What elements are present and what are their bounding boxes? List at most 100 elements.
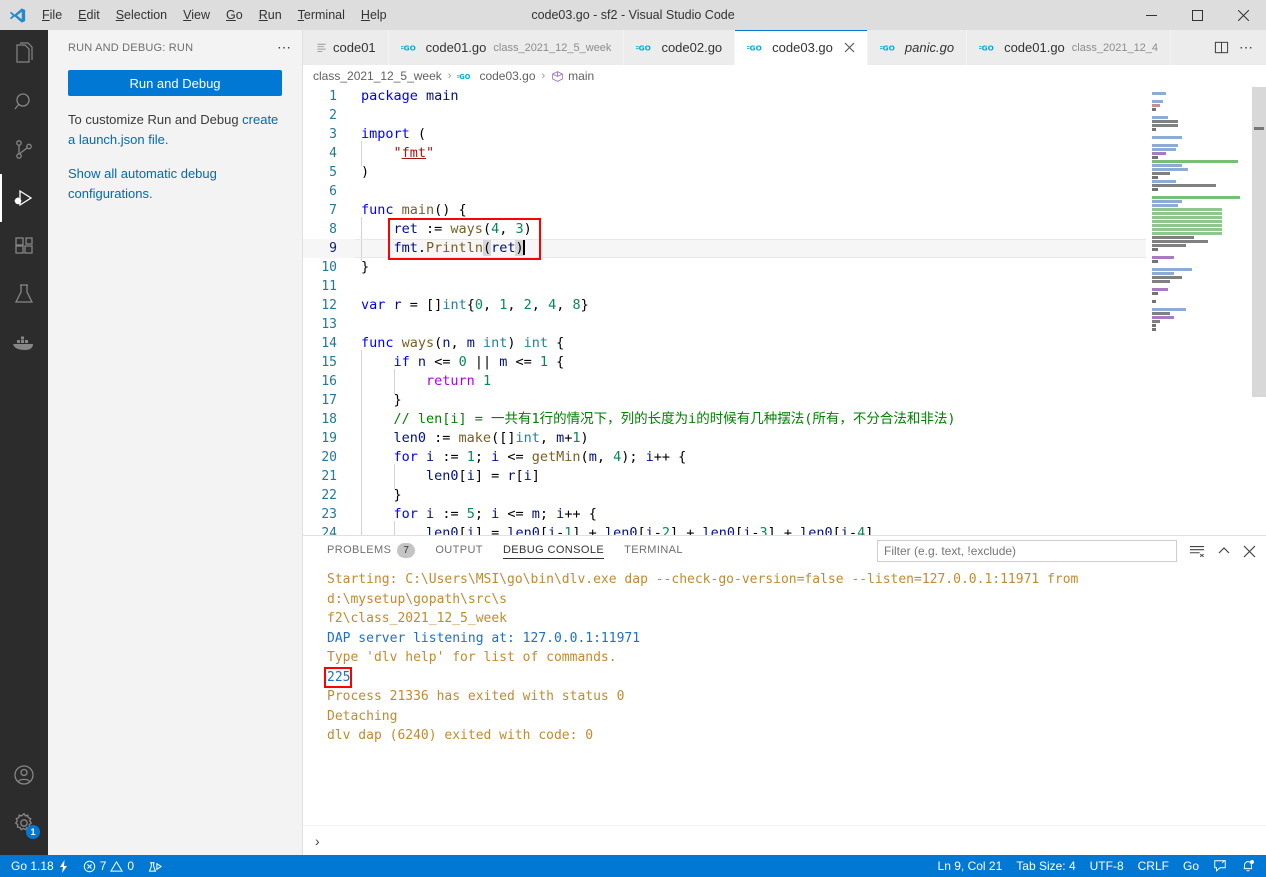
menu-bar[interactable]: File Edit Selection View Go Run Terminal… (34, 3, 395, 27)
editor-scrollbar[interactable] (1252, 87, 1266, 535)
panel-tab-debug-console[interactable]: DEBUG CONSOLE (502, 544, 605, 559)
menu-help[interactable]: Help (353, 3, 395, 27)
docker-icon[interactable] (0, 318, 48, 366)
code-line[interactable]: 20 for i := 1; i <= getMin(m, 4); i++ { (303, 445, 1146, 470)
maximize-button[interactable] (1174, 0, 1220, 30)
minimize-button[interactable] (1128, 0, 1174, 30)
breadcrumb-item-file[interactable]: GO code03.go (457, 69, 536, 83)
code-line[interactable]: 12 var r = []int{0, 1, 2, 4, 8} (303, 296, 1146, 315)
code-line[interactable]: 18 // len[i] = 一共有1行的情况下，列的长度为i的时候有几种摆法(… (303, 407, 1146, 432)
code-line[interactable]: 3 import ( (303, 125, 1146, 144)
status-go-test[interactable] (141, 855, 170, 877)
line-content[interactable]: func ways(n, m int) int { (349, 334, 564, 353)
tab-code01[interactable]: code01 (303, 30, 389, 65)
notifications-bell-icon[interactable] (1234, 855, 1262, 877)
line-content[interactable]: ret := ways(4, 3) (349, 217, 532, 242)
line-content[interactable]: for i := 1; i <= getMin(m, 4); i++ { (349, 445, 686, 470)
split-editor-icon[interactable] (1214, 40, 1229, 55)
line-content[interactable]: for i := 5; i <= m; i++ { (349, 502, 597, 527)
breadcrumb-item-symbol[interactable]: main (551, 69, 594, 83)
code-line[interactable]: 6 (303, 182, 1146, 201)
panel-tab-terminal[interactable]: TERMINAL (624, 544, 683, 558)
code-line[interactable]: 21 len0[i] = r[i] (303, 464, 1146, 489)
status-encoding[interactable]: UTF-8 (1083, 855, 1131, 877)
minimap[interactable] (1146, 87, 1266, 535)
code-lines[interactable]: 1 package main 2 3 import (4 "fmt" 5) 6 7 func m… (303, 87, 1146, 535)
menu-view[interactable]: View (175, 3, 218, 27)
panel-tab-problems[interactable]: PROBLEMS 7 (327, 542, 416, 560)
console-filter-input[interactable]: Filter (e.g. text, !exclude) (877, 540, 1177, 562)
clear-console-icon[interactable] (1189, 544, 1205, 558)
code-line[interactable]: 9 fmt.Println(ret) (303, 236, 1146, 261)
menu-go[interactable]: Go (218, 3, 251, 27)
status-tab-size[interactable]: Tab Size: 4 (1009, 855, 1082, 877)
tab-code01-go-2[interactable]: GO code01.go class_2021_12_4 (967, 30, 1172, 65)
status-problems[interactable]: 7 0 (76, 855, 141, 877)
close-button[interactable] (1220, 0, 1266, 30)
tab-close-icon[interactable] (844, 42, 855, 53)
line-content[interactable]: if n <= 0 || m <= 1 { (349, 350, 564, 375)
code-line[interactable]: 4 "fmt" (303, 141, 1146, 166)
code-line[interactable]: 7 func main() { (303, 201, 1146, 220)
beaker-icon[interactable] (0, 270, 48, 318)
menu-terminal[interactable]: Terminal (290, 3, 353, 27)
line-content[interactable]: // len[i] = 一共有1行的情况下，列的长度为i的时候有几种摆法(所有，… (349, 407, 956, 432)
code-line[interactable]: 15 if n <= 0 || m <= 1 { (303, 350, 1146, 375)
feedback-icon[interactable] (1206, 855, 1234, 877)
run-and-debug-button[interactable]: Run and Debug (68, 70, 282, 96)
gear-icon[interactable]: 1 (0, 799, 48, 847)
code-line[interactable]: 13 (303, 315, 1146, 334)
line-content[interactable]: len0 := make([]int, m+1) (349, 426, 589, 451)
debug-console-input[interactable]: › (303, 825, 1266, 855)
tab-code02-go[interactable]: GO code02.go (624, 30, 736, 65)
breadcrumb-item-folder[interactable]: class_2021_12_5_week (313, 69, 442, 83)
code-line[interactable]: 22 } (303, 483, 1146, 508)
line-content[interactable]: len0[i] = len0[i-1] + len0[i-2] + len0[i… (349, 521, 873, 535)
menu-selection[interactable]: Selection (108, 3, 175, 27)
code-line[interactable]: 17 } (303, 388, 1146, 413)
code-line[interactable]: 16 return 1 (303, 369, 1146, 394)
code-line[interactable]: 2 (303, 106, 1146, 125)
source-control-icon[interactable] (0, 126, 48, 174)
debug-console-output[interactable]: Starting: C:\Users\MSI\go\bin\dlv.exe da… (303, 566, 1266, 825)
code-line[interactable]: 23 for i := 5; i <= m; i++ { (303, 502, 1146, 527)
menu-edit[interactable]: Edit (70, 3, 108, 27)
show-all-debug-configs-link[interactable]: Show all automatic debug configurations. (68, 166, 217, 201)
line-content[interactable]: fmt.Println(ret) (349, 236, 525, 261)
account-icon[interactable] (0, 751, 48, 799)
status-go-version[interactable]: Go 1.18 (4, 855, 76, 877)
collapse-panel-icon[interactable] (1217, 544, 1231, 558)
tab-code01-go[interactable]: GO code01.go class_2021_12_5_week (388, 30, 625, 65)
line-content[interactable]: len0[i] = r[i] (349, 464, 540, 489)
code-line[interactable]: 19 len0 := make([]int, m+1) (303, 426, 1146, 451)
scrollbar-thumb[interactable] (1252, 87, 1266, 397)
code-line[interactable]: 5) (303, 163, 1146, 182)
code-line[interactable]: 10} (303, 258, 1146, 277)
close-panel-icon[interactable] (1243, 545, 1256, 558)
line-content[interactable]: } (349, 258, 369, 277)
code-line[interactable]: 24 len0[i] = len0[i-1] + len0[i-2] + len… (303, 521, 1146, 535)
tab-code03-go[interactable]: GO code03.go (735, 30, 868, 65)
files-icon[interactable] (0, 30, 48, 78)
status-cursor-position[interactable]: Ln 9, Col 21 (931, 855, 1010, 877)
panel-tab-output[interactable]: OUTPUT (435, 544, 483, 558)
extensions-icon[interactable] (0, 222, 48, 270)
line-content[interactable]: func main() { (349, 201, 467, 220)
code-line[interactable]: 8 ret := ways(4, 3) (303, 217, 1146, 242)
status-eol[interactable]: CRLF (1131, 855, 1176, 877)
code-line[interactable]: 1 package main (303, 87, 1146, 106)
menu-run[interactable]: Run (251, 3, 290, 27)
line-content[interactable]: var r = []int{0, 1, 2, 4, 8} (349, 296, 589, 315)
tab-panic-go[interactable]: GO panic.go (867, 30, 968, 65)
line-content[interactable]: } (349, 388, 402, 413)
menu-file[interactable]: File (34, 3, 70, 27)
status-language-mode[interactable]: Go (1176, 855, 1206, 877)
code-line[interactable]: 11 (303, 277, 1146, 296)
search-icon[interactable] (0, 78, 48, 126)
run-debug-icon[interactable] (0, 174, 48, 222)
line-content[interactable]: } (349, 483, 402, 508)
line-content[interactable]: "fmt" (349, 141, 434, 166)
line-content[interactable]: package main (349, 87, 459, 106)
line-content[interactable]: ) (349, 163, 369, 182)
code-line[interactable]: 14 func ways(n, m int) int { (303, 334, 1146, 353)
